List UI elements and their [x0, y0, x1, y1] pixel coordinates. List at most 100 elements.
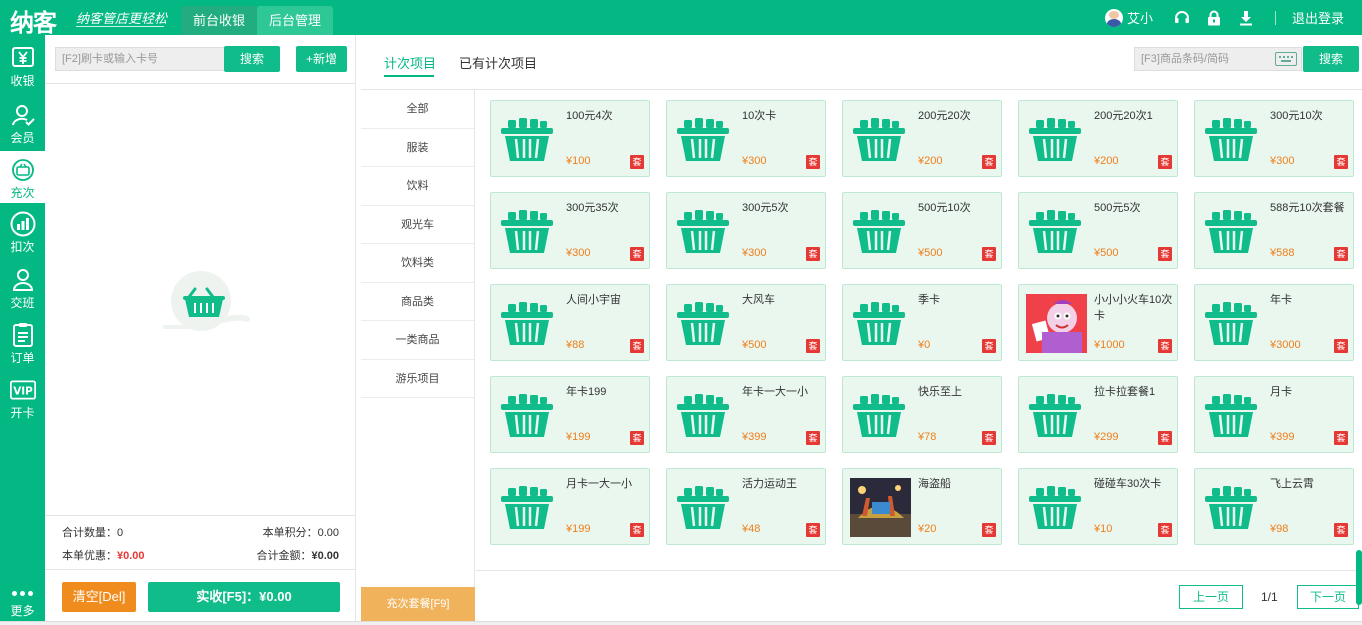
more-icon	[0, 591, 45, 601]
pay-button[interactable]: 实收[F5]：¥0.00	[148, 582, 340, 612]
basket-icon	[1026, 484, 1084, 532]
product-card[interactable]: 500元5次 ¥500 套	[1018, 192, 1178, 269]
product-price: ¥20	[918, 523, 937, 535]
keyboard-icon[interactable]	[1275, 52, 1297, 66]
scrollbar[interactable]	[1356, 550, 1362, 605]
package-tag-badge: 套	[806, 155, 820, 169]
clear-button[interactable]: 清空[Del]	[62, 582, 136, 612]
product-name: 海盗船	[918, 478, 951, 490]
category-item[interactable]: 饮料类	[361, 244, 474, 283]
product-card[interactable]: 300元10次 ¥300 套	[1194, 100, 1354, 177]
product-name: 月卡	[1270, 386, 1292, 398]
product-price: ¥300	[742, 247, 767, 259]
user-avatar[interactable]	[1104, 8, 1123, 27]
package-tag-badge: 套	[630, 247, 644, 261]
product-search-button[interactable]: 搜索	[1303, 46, 1359, 72]
package-tag-badge: 套	[630, 431, 644, 445]
package-tag-badge: 套	[806, 339, 820, 353]
package-tag-badge: 套	[1334, 339, 1348, 353]
slogan-underline	[76, 26, 164, 27]
tab-existing-count-items[interactable]: 已有计次项目	[459, 53, 537, 72]
product-card[interactable]: 10次卡 ¥300 套	[666, 100, 826, 177]
category-item[interactable]: 商品类	[361, 283, 474, 321]
product-name: 100元4次	[566, 110, 613, 122]
basket-icon	[674, 484, 732, 532]
product-card[interactable]: 快乐至上 ¥78 套	[842, 376, 1002, 453]
sidebar-item-more[interactable]: 更多	[0, 585, 45, 625]
product-card[interactable]: 月卡 ¥399 套	[1194, 376, 1354, 453]
product-price: ¥500	[742, 339, 767, 351]
total-quantity-label: 合计数量：	[62, 527, 117, 539]
recharge-package-button[interactable]: 充次套餐[F9]	[361, 587, 475, 621]
product-card[interactable]: 年卡199 ¥199 套	[490, 376, 650, 453]
category-item[interactable]: 观光车	[361, 206, 474, 244]
next-page-button[interactable]: 下一页	[1297, 585, 1359, 609]
prev-page-button[interactable]: 上一页	[1179, 585, 1243, 609]
member-search-button[interactable]: 搜索	[224, 46, 280, 72]
tab-count-items[interactable]: 计次项目	[384, 53, 436, 72]
product-name: 季卡	[918, 294, 940, 306]
barcode-input[interactable]: [F3]商品条码/简码	[1134, 47, 1302, 71]
logout-button[interactable]: 退出登录	[1292, 8, 1344, 27]
category-item[interactable]: 一类商品	[361, 321, 474, 360]
category-item[interactable]: 全部	[361, 90, 474, 129]
product-thumbnail	[850, 478, 911, 537]
product-card[interactable]: 季卡 ¥0 套	[842, 284, 1002, 361]
product-price: ¥10	[1094, 523, 1113, 535]
category-item[interactable]: 游乐项目	[361, 360, 474, 398]
lock-icon[interactable]	[1205, 9, 1223, 27]
pagination-divider	[476, 570, 1362, 571]
product-name: 500元10次	[918, 202, 971, 214]
category-item[interactable]: 服装	[361, 129, 474, 167]
product-price: ¥199	[566, 523, 591, 535]
sidebar-item-label: 更多	[10, 604, 35, 618]
product-card[interactable]: 200元20次 ¥200 套	[842, 100, 1002, 177]
download-icon[interactable]	[1237, 9, 1255, 27]
product-name: 活力运动王	[742, 478, 797, 490]
category-item[interactable]: 饮料	[361, 167, 474, 206]
product-name: 拉卡拉套餐1	[1094, 386, 1156, 398]
sidebar-item-deduct[interactable]: 扣次	[0, 205, 45, 257]
sidebar-item-recharge[interactable]: 充次	[0, 151, 45, 203]
tab-front-cashier[interactable]: 前台收银	[181, 6, 258, 35]
package-tag-badge: 套	[982, 155, 996, 169]
product-card[interactable]: 300元35次 ¥300 套	[490, 192, 650, 269]
product-card[interactable]: 大风车 ¥500 套	[666, 284, 826, 361]
product-price: ¥200	[1094, 155, 1119, 167]
product-price: ¥3000	[1270, 339, 1301, 351]
order-icon	[10, 322, 36, 348]
add-member-button[interactable]: +新增	[296, 46, 347, 72]
product-card[interactable]: 年卡一大一小 ¥399 套	[666, 376, 826, 453]
member-icon	[10, 102, 36, 128]
headset-icon[interactable]	[1173, 9, 1191, 27]
package-tag-badge: 套	[806, 247, 820, 261]
product-name: 588元10次套餐	[1270, 202, 1345, 214]
product-card[interactable]: 人间小宇宙 ¥88 套	[490, 284, 650, 361]
sidebar-item-shift[interactable]: 交班	[0, 261, 45, 313]
product-card[interactable]: 300元5次 ¥300 套	[666, 192, 826, 269]
product-card[interactable]: 海盗船 ¥20 套	[842, 468, 1002, 545]
sidebar-item-cashier[interactable]: 收银	[0, 39, 45, 91]
product-card[interactable]: 年卡 ¥3000 套	[1194, 284, 1354, 361]
product-card[interactable]: 200元20次1 ¥200 套	[1018, 100, 1178, 177]
product-card[interactable]: 拉卡拉套餐1 ¥299 套	[1018, 376, 1178, 453]
yen-icon	[10, 45, 36, 71]
product-card[interactable]: 500元10次 ¥500 套	[842, 192, 1002, 269]
product-card[interactable]: 飞上云霄 ¥98 套	[1194, 468, 1354, 545]
user-name[interactable]: 艾小	[1127, 8, 1153, 27]
basket-icon	[850, 116, 908, 164]
product-card[interactable]: 月卡一大一小 ¥199 套	[490, 468, 650, 545]
sidebar-item-open-card[interactable]: VIP 开卡	[0, 371, 45, 423]
product-card[interactable]: 小小小火车10次卡 ¥1000 套	[1018, 284, 1178, 361]
product-card[interactable]: 100元4次 ¥100 套	[490, 100, 650, 177]
product-price: ¥500	[918, 247, 943, 259]
product-card[interactable]: 活力运动王 ¥48 套	[666, 468, 826, 545]
product-card[interactable]: 碰碰车30次卡 ¥10 套	[1018, 468, 1178, 545]
top-right-tools: 艾小 退出登录	[1104, 0, 1362, 35]
tab-backend-admin[interactable]: 后台管理	[257, 6, 334, 35]
sidebar-item-label: 充次	[10, 186, 35, 200]
product-card[interactable]: 588元10次套餐 ¥588 套	[1194, 192, 1354, 269]
sidebar-item-member[interactable]: 会员	[0, 96, 45, 148]
sidebar-item-orders[interactable]: 订单	[0, 316, 45, 368]
product-grid: 100元4次 ¥100 套 10次卡 ¥300 套 200元20次 ¥200 套 200元20次1…	[490, 100, 1354, 548]
